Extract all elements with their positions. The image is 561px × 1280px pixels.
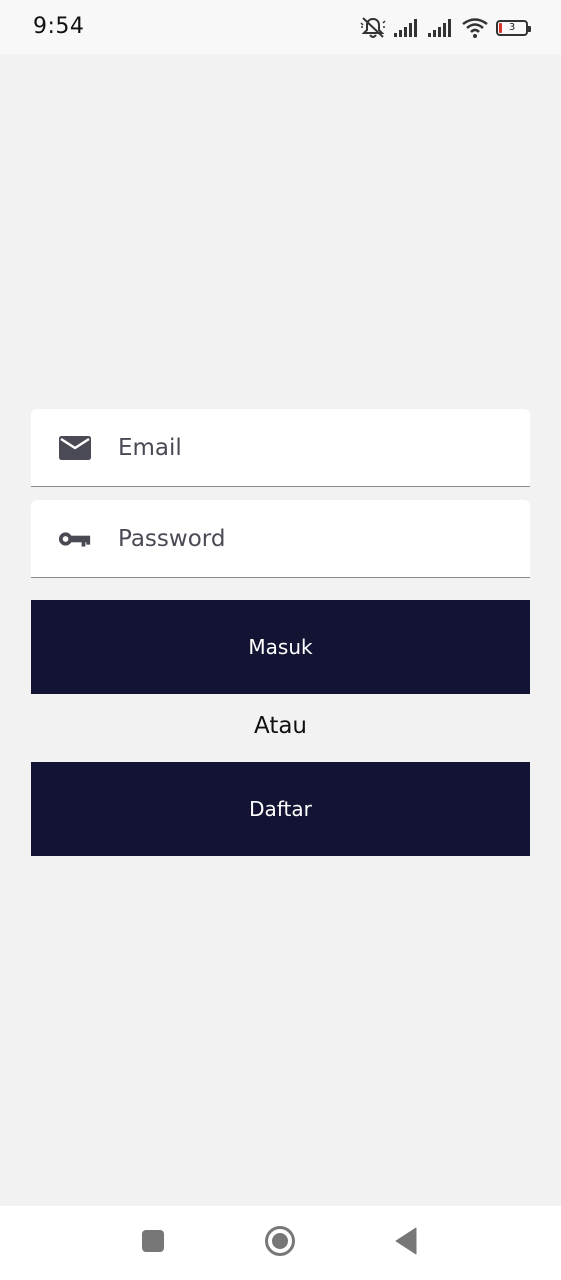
home-icon bbox=[264, 1225, 296, 1261]
back-button[interactable] bbox=[386, 1226, 426, 1260]
mail-icon bbox=[58, 435, 92, 461]
login-button[interactable]: Masuk bbox=[31, 600, 530, 694]
email-field[interactable] bbox=[31, 409, 530, 487]
recent-apps-icon bbox=[141, 1229, 165, 1257]
home-button[interactable] bbox=[260, 1226, 300, 1260]
mute-icon bbox=[360, 16, 386, 40]
status-time: 9:54 bbox=[33, 14, 85, 39]
wifi-icon bbox=[462, 18, 488, 38]
register-button[interactable]: Daftar bbox=[31, 762, 530, 856]
signal-icon bbox=[428, 19, 454, 37]
signal-icon bbox=[394, 19, 420, 37]
email-input[interactable] bbox=[118, 429, 498, 467]
back-icon bbox=[394, 1227, 418, 1259]
battery-icon: 3 bbox=[496, 20, 531, 36]
password-input[interactable] bbox=[118, 520, 498, 558]
recent-apps-button[interactable] bbox=[133, 1226, 173, 1260]
status-bar: 9:54 3 bbox=[0, 0, 561, 54]
password-field[interactable] bbox=[31, 500, 530, 578]
status-icons: 3 bbox=[360, 15, 531, 41]
key-icon bbox=[58, 526, 92, 552]
battery-level: 3 bbox=[508, 22, 516, 33]
or-divider-label: Atau bbox=[253, 713, 308, 739]
navigation-bar bbox=[0, 1206, 561, 1280]
